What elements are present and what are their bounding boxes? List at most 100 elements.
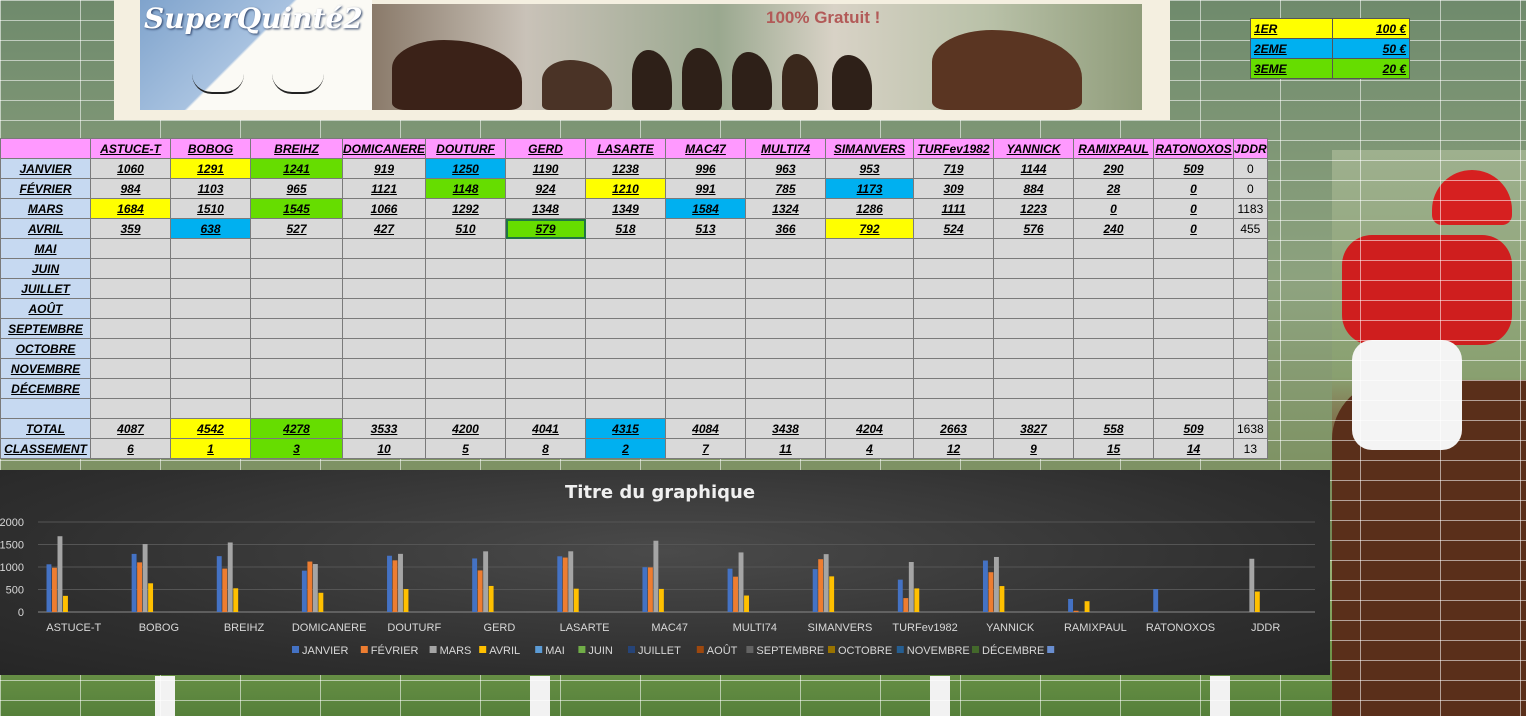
total-cell[interactable]: 4542 xyxy=(170,418,251,439)
player-header[interactable]: DOMICANERE xyxy=(341,138,427,159)
score-cell[interactable] xyxy=(1073,358,1155,379)
total-label[interactable]: TOTAL xyxy=(0,418,91,439)
rank-cell[interactable]: 5 xyxy=(425,438,507,459)
empty-cell[interactable] xyxy=(425,398,507,419)
score-cell[interactable] xyxy=(585,278,667,299)
score-cell[interactable] xyxy=(665,318,747,339)
score-cell[interactable]: 509 xyxy=(1153,158,1235,179)
score-cell[interactable]: 991 xyxy=(665,178,747,199)
score-cell[interactable]: 290 xyxy=(1073,158,1155,179)
score-cell[interactable] xyxy=(1073,318,1155,339)
empty-cell[interactable] xyxy=(1073,398,1155,419)
month-label[interactable]: NOVEMBRE xyxy=(0,358,91,379)
score-cell[interactable] xyxy=(913,358,995,379)
empty-cell[interactable] xyxy=(993,398,1075,419)
score-cell[interactable] xyxy=(425,318,507,339)
score-cell[interactable] xyxy=(585,338,667,359)
score-cell[interactable] xyxy=(250,278,343,299)
empty-cell[interactable] xyxy=(1153,398,1235,419)
total-cell[interactable]: 1638 xyxy=(1233,418,1268,439)
prize-amount[interactable]: 50 € xyxy=(1332,38,1410,59)
score-cell[interactable]: 524 xyxy=(913,218,995,239)
score-cell[interactable]: 518 xyxy=(585,218,667,239)
rank-cell[interactable]: 11 xyxy=(745,438,827,459)
rank-cell[interactable]: 10 xyxy=(341,438,427,459)
score-cell[interactable] xyxy=(90,338,171,359)
rank-cell[interactable]: 7 xyxy=(665,438,747,459)
score-cell[interactable] xyxy=(1073,258,1155,279)
score-cell[interactable]: 0 xyxy=(1073,198,1155,219)
score-cell[interactable]: 1060 xyxy=(90,158,171,179)
prize-place[interactable]: 2EME xyxy=(1249,38,1334,59)
score-cell[interactable]: 309 xyxy=(913,178,995,199)
score-cell[interactable] xyxy=(90,318,171,339)
score-cell[interactable] xyxy=(341,378,427,399)
empty-cell[interactable] xyxy=(585,398,667,419)
score-cell[interactable]: 576 xyxy=(993,218,1075,239)
score-cell[interactable]: 1349 xyxy=(585,198,667,219)
score-cell[interactable] xyxy=(993,258,1075,279)
score-cell[interactable] xyxy=(341,358,427,379)
total-cell[interactable]: 509 xyxy=(1153,418,1235,439)
total-cell[interactable]: 4084 xyxy=(665,418,747,439)
total-cell[interactable]: 3533 xyxy=(341,418,427,439)
score-cell[interactable] xyxy=(250,358,343,379)
score-cell[interactable]: 1103 xyxy=(170,178,251,199)
score-cell[interactable] xyxy=(745,278,827,299)
score-cell[interactable] xyxy=(825,358,915,379)
score-cell[interactable]: 1148 xyxy=(425,178,507,199)
score-cell[interactable]: 1183 xyxy=(1233,198,1268,219)
score-cell[interactable] xyxy=(170,258,251,279)
score-cell[interactable] xyxy=(825,378,915,399)
score-cell[interactable]: 1250 xyxy=(425,158,507,179)
total-cell[interactable]: 4315 xyxy=(585,418,667,439)
score-cell[interactable] xyxy=(250,238,343,259)
score-cell[interactable]: 359 xyxy=(90,218,171,239)
score-cell[interactable] xyxy=(825,238,915,259)
score-cell[interactable] xyxy=(250,258,343,279)
score-cell[interactable] xyxy=(341,318,427,339)
rank-cell[interactable]: 6 xyxy=(90,438,171,459)
score-cell[interactable] xyxy=(585,238,667,259)
corner-cell[interactable] xyxy=(0,138,91,159)
rank-cell[interactable]: 1 xyxy=(170,438,251,459)
month-label[interactable]: MARS xyxy=(0,198,91,219)
score-cell[interactable] xyxy=(425,378,507,399)
score-cell[interactable] xyxy=(745,238,827,259)
score-cell[interactable] xyxy=(90,358,171,379)
score-cell[interactable] xyxy=(90,378,171,399)
score-cell[interactable] xyxy=(993,338,1075,359)
score-cell[interactable] xyxy=(585,258,667,279)
score-cell[interactable] xyxy=(745,358,827,379)
month-label[interactable]: DÉCEMBRE xyxy=(0,378,91,399)
player-header[interactable]: GERD xyxy=(505,138,587,159)
score-cell[interactable] xyxy=(505,318,587,339)
score-cell[interactable] xyxy=(913,338,995,359)
score-cell[interactable] xyxy=(425,298,507,319)
score-cell[interactable] xyxy=(90,298,171,319)
month-label[interactable]: OCTOBRE xyxy=(0,338,91,359)
rank-cell[interactable]: 13 xyxy=(1233,438,1268,459)
score-cell[interactable] xyxy=(505,358,587,379)
player-header[interactable]: MAC47 xyxy=(665,138,747,159)
score-cell[interactable]: 1584 xyxy=(665,198,747,219)
score-cell[interactable] xyxy=(1233,378,1268,399)
score-cell[interactable] xyxy=(1073,378,1155,399)
score-cell[interactable] xyxy=(993,358,1075,379)
rank-cell[interactable]: 3 xyxy=(250,438,343,459)
score-cell[interactable] xyxy=(825,298,915,319)
score-cell[interactable]: 638 xyxy=(170,218,251,239)
score-cell[interactable]: 996 xyxy=(665,158,747,179)
score-cell[interactable] xyxy=(913,318,995,339)
empty-cell[interactable] xyxy=(341,398,427,419)
score-cell[interactable]: 953 xyxy=(825,158,915,179)
score-cell[interactable] xyxy=(913,238,995,259)
score-cell[interactable] xyxy=(1233,338,1268,359)
player-header[interactable]: MULTI74 xyxy=(745,138,827,159)
month-label[interactable]: FÉVRIER xyxy=(0,178,91,199)
score-cell[interactable]: 366 xyxy=(745,218,827,239)
total-cell[interactable]: 4278 xyxy=(250,418,343,439)
score-cell[interactable] xyxy=(1153,238,1235,259)
score-cell[interactable] xyxy=(90,238,171,259)
month-label[interactable]: AVRIL xyxy=(0,218,91,239)
